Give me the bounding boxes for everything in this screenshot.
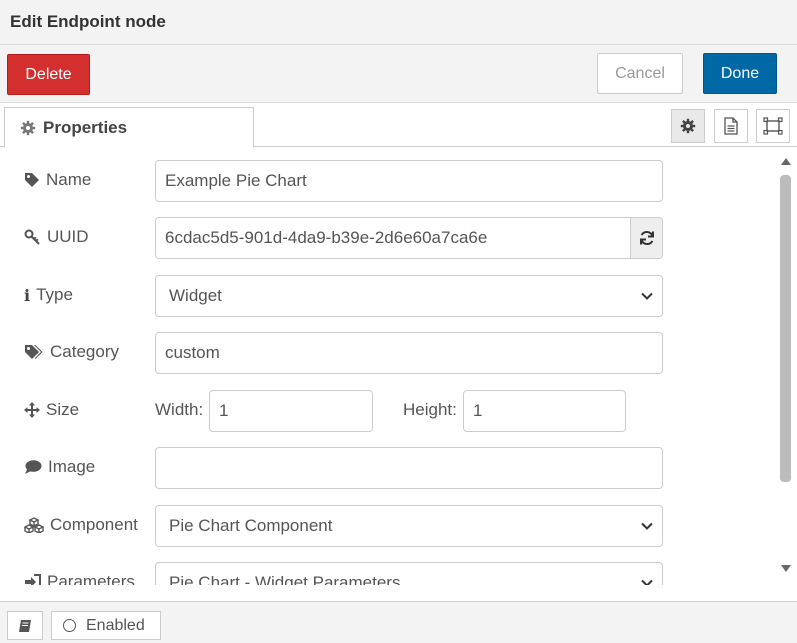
parameters-value: Pie Chart - Widget Parameters [169,573,401,585]
category-row: Category custom [0,332,775,374]
scroll-down-arrow-icon[interactable] [780,564,792,574]
type-label-group: i Type [24,285,73,305]
key-icon [24,229,40,245]
cancel-button[interactable]: Cancel [597,53,683,94]
name-row: Name Example Pie Chart [0,160,775,202]
component-row: Component Pie Chart Component [0,505,775,547]
sign-in-icon [25,574,41,585]
comment-icon [25,460,42,474]
uuid-label: UUID [47,227,89,246]
description-tab-button[interactable] [714,109,748,143]
tab-properties[interactable]: Properties [4,107,254,148]
tags-icon [25,345,43,359]
delete-button[interactable]: Delete [7,54,90,95]
regenerate-uuid-button[interactable] [630,218,662,258]
document-icon [724,117,738,135]
parameters-row: Parameters Pie Chart - Widget Parameters [0,562,775,585]
tab-properties-label: Properties [43,117,128,137]
form-scrollbar[interactable] [775,148,797,585]
chevron-down-icon [641,292,653,300]
move-arrows-icon [24,402,40,418]
enabled-radio-icon [63,619,76,632]
cubes-icon [24,517,44,533]
size-label-group: Size [24,400,79,420]
uuid-label-group: UUID [24,227,89,247]
category-label-group: Category [24,342,119,362]
image-label: Image [48,457,96,476]
book-icon [19,619,31,632]
done-button[interactable]: Done [703,53,777,94]
component-label-group: Component [24,515,138,535]
type-row: i Type Widget [0,275,775,317]
component-label: Component [50,515,138,534]
type-select[interactable]: Widget [155,275,663,317]
dialog-footer: Enabled [0,601,797,643]
category-input[interactable]: custom [155,332,663,374]
chevron-down-icon [641,522,653,530]
name-label-group: Name [24,170,91,190]
enabled-toggle[interactable]: Enabled [51,611,161,640]
image-label-group: Image [24,457,95,477]
parameters-select[interactable]: Pie Chart - Widget Parameters [155,562,663,585]
uuid-row: UUID 6cdac5d5-901d-4da9-b39e-2d6e60a7ca6… [0,217,775,259]
height-input[interactable]: 1 [463,390,626,432]
image-row: Image [0,447,775,489]
image-input[interactable] [155,447,663,489]
category-label: Category [50,342,119,361]
name-label: Name [46,170,92,189]
enabled-label: Enabled [86,616,145,634]
type-label: Type [36,285,73,304]
dialog-titlebar: Edit Endpoint node [0,0,797,45]
gear-icon [20,120,36,135]
refresh-icon [639,230,654,246]
help-book-button[interactable] [7,611,43,640]
dialog-toolbar: Delete Cancel Done [0,45,797,103]
uuid-value: 6cdac5d5-901d-4da9-b39e-2d6e60a7ca6e [165,228,488,247]
parameters-label-group: Parameters [24,572,135,585]
tag-icon [25,173,39,187]
width-label: Width: [155,400,204,419]
parameters-label: Parameters [47,572,135,585]
width-input[interactable]: 1 [209,390,373,432]
size-row: Size Width: 1 Height: 1 [0,390,775,432]
uuid-input[interactable]: 6cdac5d5-901d-4da9-b39e-2d6e60a7ca6e [155,217,663,259]
tab-bar: Properties [0,103,797,148]
dialog-title: Edit Endpoint node [10,12,166,31]
info-icon: i [24,285,31,305]
settings-tab-button[interactable] [671,109,705,143]
type-value: Widget [169,286,222,305]
scrollbar-thumb[interactable] [780,175,791,482]
gear-icon [680,118,696,134]
height-label: Height: [403,400,457,419]
component-select[interactable]: Pie Chart Component [155,505,663,547]
frame-icon [763,117,783,135]
properties-form: Name Example Pie Chart UUID 6cdac5d5-901… [0,148,775,585]
component-value: Pie Chart Component [169,516,333,535]
chevron-down-icon [641,579,653,585]
size-label: Size [46,400,80,419]
appearance-tab-button[interactable] [756,109,790,143]
name-input[interactable]: Example Pie Chart [155,160,663,202]
scroll-up-arrow-icon[interactable] [780,156,792,166]
